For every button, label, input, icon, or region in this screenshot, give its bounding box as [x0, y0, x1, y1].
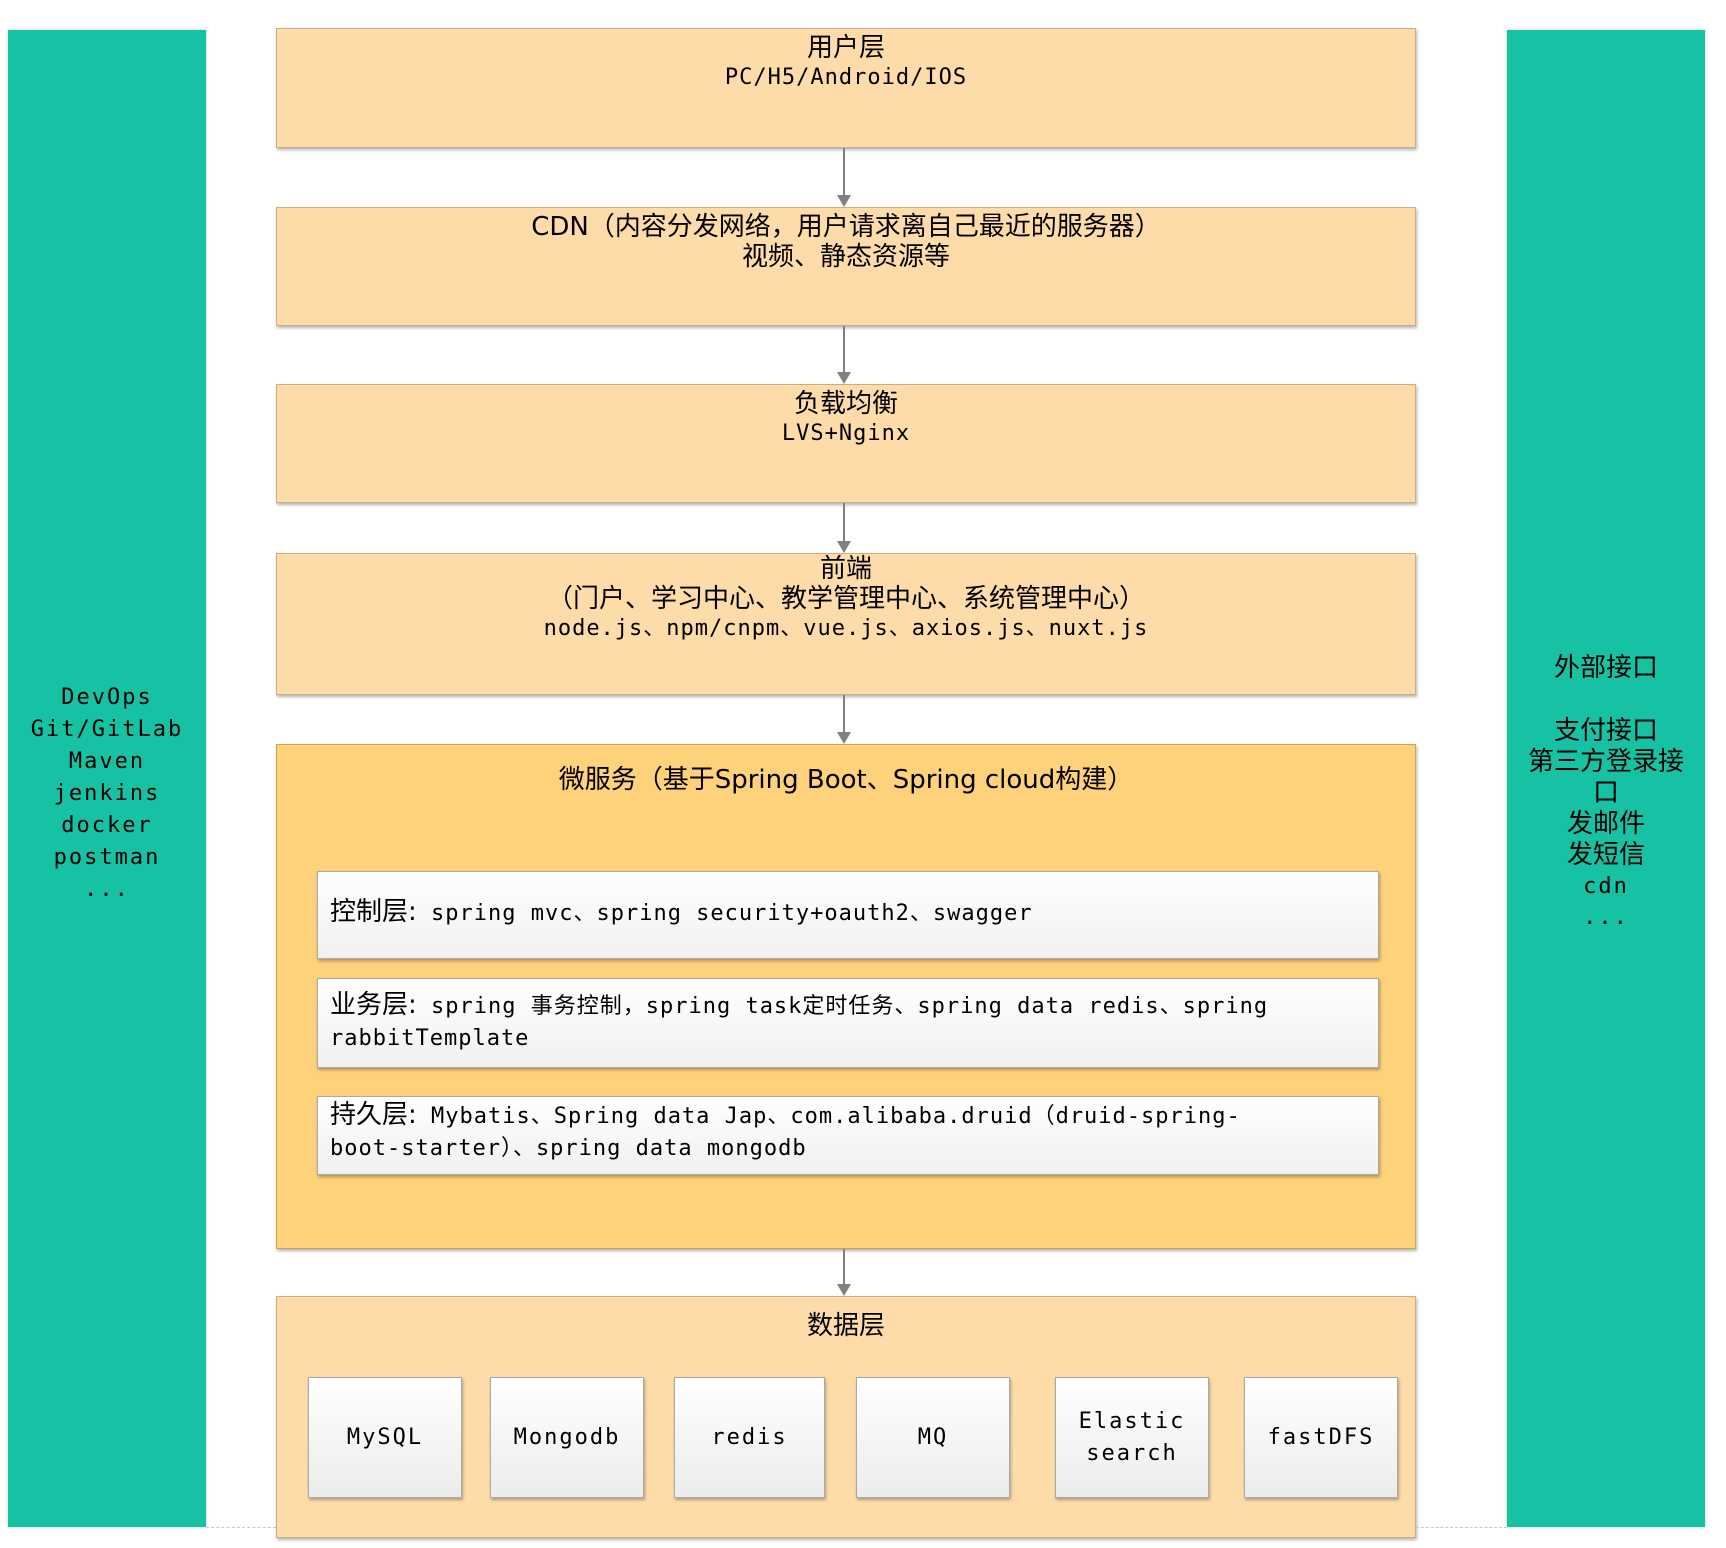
- page-divider: [1416, 1527, 1507, 1528]
- cdn-layer-subtitle: 视频、静态资源等: [741, 242, 950, 272]
- flow-arrow: [837, 1249, 851, 1296]
- data-store-label: redis: [711, 1424, 788, 1450]
- data-store-mysql: MySQL: [308, 1377, 462, 1498]
- business-layer-text-continued: rabbitTemplate: [330, 1026, 530, 1051]
- page-divider: [206, 1527, 276, 1528]
- data-store-label: Elastic: [1078, 1408, 1186, 1434]
- data-store-label: MySQL: [346, 1424, 424, 1450]
- devops-panel: DevOps Git/GitLab Maven jenkins docker p…: [8, 30, 206, 1527]
- microservice-layer: 微服务（基于Spring Boot、Spring cloud构建） 控制层: s…: [276, 744, 1416, 1249]
- user-layer-title: 用户层: [806, 33, 885, 63]
- load-balance-subtitle: LVS+Nginx: [781, 421, 911, 446]
- devops-line: DevOps: [61, 684, 153, 710]
- control-layer-text: spring mvc、spring security+oauth2、swagge…: [416, 901, 1033, 926]
- data-layer-title: 数据层: [806, 1311, 885, 1341]
- external-interface-line: 发短信: [1566, 839, 1645, 870]
- persistence-layer-label: 持久层:: [330, 1100, 417, 1130]
- data-store-redis: redis: [674, 1377, 825, 1498]
- data-store-fastdfs: fastDFS: [1244, 1377, 1398, 1498]
- external-interface-line: cdn: [1583, 873, 1629, 899]
- flow-arrow: [837, 503, 851, 553]
- frontend-subtitle: （门户、学习中心、教学管理中心、系统管理中心）: [546, 584, 1145, 614]
- data-layer: 数据层 MySQL Mongodb redis MQ Elastic searc…: [276, 1296, 1416, 1538]
- persistence-layer-row: 持久层: Mybatis、Spring data Jap、com.alibaba…: [317, 1096, 1379, 1175]
- user-layer: 用户层 PC/H5/Android/IOS: [276, 28, 1416, 148]
- persistence-layer-text: Mybatis、Spring data Jap、com.alibaba.drui…: [416, 1104, 1241, 1129]
- user-layer-subtitle: PC/H5/Android/IOS: [724, 65, 968, 90]
- flow-arrow: [837, 326, 851, 384]
- devops-line: ...: [84, 876, 130, 902]
- data-store-mq: MQ: [856, 1377, 1010, 1498]
- external-interface-line: ...: [1583, 904, 1629, 930]
- data-store-mongodb: Mongodb: [490, 1377, 644, 1498]
- external-interface-line: 第三方登录接: [1527, 746, 1684, 777]
- data-store-label-continued: search: [1086, 1440, 1178, 1466]
- devops-line: jenkins: [53, 780, 161, 806]
- business-layer-row: 业务层: spring 事务控制，spring task定时任务、spring …: [317, 978, 1379, 1068]
- external-interfaces-title: 外部接口: [1553, 652, 1658, 683]
- frontend-title: 前端: [819, 554, 872, 584]
- load-balance-layer: 负载均衡 LVS+Nginx: [276, 384, 1416, 503]
- external-interface-line: 发邮件: [1566, 808, 1645, 839]
- flow-arrow: [837, 148, 851, 207]
- control-layer-label: 控制层:: [330, 897, 417, 927]
- business-layer-label: 业务层:: [330, 990, 417, 1020]
- frontend-tech: node.js、npm/cnpm、vue.js、axios.js、nuxt.js: [543, 616, 1149, 641]
- persistence-layer-text-continued: boot-starter）、spring data mongodb: [330, 1136, 807, 1161]
- load-balance-title: 负载均衡: [793, 389, 898, 419]
- control-layer-row: 控制层: spring mvc、spring security+oauth2、s…: [317, 871, 1379, 959]
- business-layer-text: spring 事务控制，spring task定时任务、spring data …: [416, 994, 1269, 1019]
- devops-line: docker: [61, 812, 153, 838]
- frontend-layer: 前端 （门户、学习中心、教学管理中心、系统管理中心） node.js、npm/c…: [276, 553, 1416, 695]
- devops-line: postman: [53, 844, 161, 870]
- devops-line: Git/GitLab: [30, 716, 184, 742]
- data-store-label: MQ: [917, 1424, 949, 1450]
- external-interface-line: 支付接口: [1553, 715, 1658, 746]
- data-store-label: fastDFS: [1267, 1424, 1375, 1450]
- data-store-elasticsearch: Elastic search: [1055, 1377, 1209, 1498]
- data-store-label: Mongodb: [513, 1424, 621, 1450]
- cdn-layer: CDN（内容分发网络，用户请求离自己最近的服务器） 视频、静态资源等: [276, 207, 1416, 326]
- cdn-layer-title: CDN（内容分发网络，用户请求离自己最近的服务器）: [531, 212, 1161, 242]
- external-interfaces-panel: 外部接口 支付接口 第三方登录接 口 发邮件 发短信 cdn ...: [1507, 30, 1705, 1527]
- devops-line: Maven: [68, 748, 146, 774]
- external-interface-line: 口: [1592, 777, 1619, 808]
- microservice-title: 微服务（基于Spring Boot、Spring cloud构建）: [558, 765, 1134, 795]
- flow-arrow: [837, 695, 851, 744]
